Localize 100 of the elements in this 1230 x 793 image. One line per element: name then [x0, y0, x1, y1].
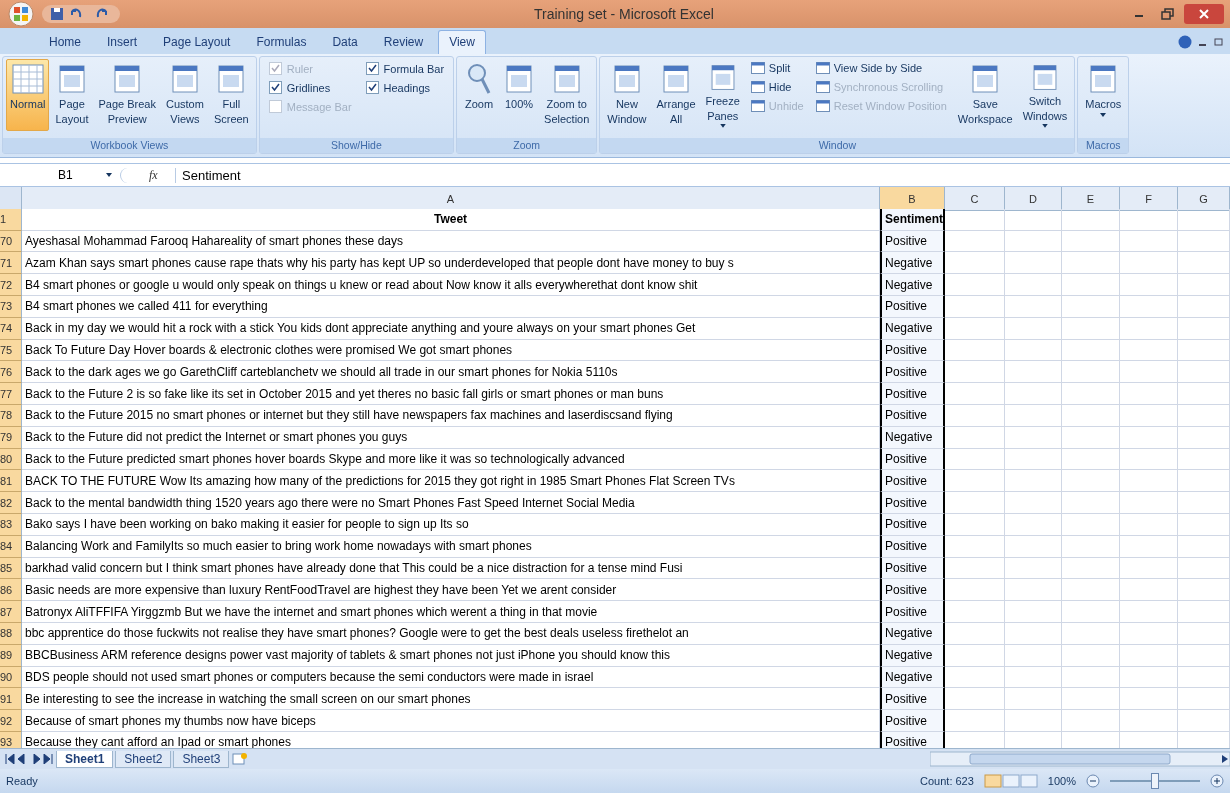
ribbon-small-button[interactable]: Split: [749, 61, 805, 75]
ribbon-tab[interactable]: Insert: [96, 30, 149, 54]
ribbon-button[interactable]: Full Screen: [209, 59, 253, 131]
row-header[interactable]: 79: [0, 426, 22, 449]
row-header[interactable]: 90: [0, 666, 22, 689]
window-icon: [815, 81, 830, 93]
table-cell: Negative: [880, 274, 945, 296]
row-header[interactable]: 91: [0, 688, 22, 711]
ribbon-button[interactable]: Zoom: [460, 59, 499, 131]
row-header[interactable]: 70: [0, 230, 22, 253]
column-header[interactable]: C: [945, 187, 1005, 211]
checkbox[interactable]: [365, 62, 379, 75]
horizontal-scrollbar[interactable]: [930, 751, 1230, 767]
row-header[interactable]: 92: [0, 710, 22, 732]
ribbon-button[interactable]: Freeze Panes: [701, 59, 744, 131]
empty-cell: [1178, 666, 1230, 689]
ribbon-button[interactable]: Custom Views: [161, 59, 208, 131]
empty-cell: [1062, 230, 1120, 253]
table-cell: Negative: [880, 426, 945, 449]
ribbon-tab[interactable]: Review: [372, 30, 435, 54]
row-header[interactable]: 1: [0, 208, 22, 231]
row-header[interactable]: 86: [0, 579, 22, 602]
row-header[interactable]: 80: [0, 448, 22, 471]
empty-cell: [1120, 710, 1178, 732]
formula-field[interactable]: Sentiment: [175, 167, 1230, 183]
row-header[interactable]: 72: [0, 274, 22, 296]
empty-cell: [1005, 383, 1062, 405]
checkbox[interactable]: [365, 81, 379, 94]
empty-cell: [1062, 535, 1120, 558]
table-cell: Bako says I have been working on bako making it easier for people to sign up Its so: [22, 513, 880, 536]
row-header[interactable]: 77: [0, 383, 22, 405]
ribbon-button[interactable]: Arrange All: [652, 59, 700, 131]
table-cell: BACK TO THE FUTURE Wow Its amazing how many of the predictions for 2015 they got right in 1985 Smart Phones Flat Screen TVs: [22, 470, 880, 493]
zoom-level[interactable]: 100%: [1047, 775, 1076, 787]
ribbon-tab[interactable]: Formulas: [245, 30, 318, 54]
ribbon-tab[interactable]: Page Layout: [152, 30, 242, 54]
checkbox[interactable]: [268, 81, 282, 94]
sheet-tab[interactable]: Sheet1: [56, 750, 114, 768]
row-header[interactable]: 78: [0, 404, 22, 427]
zoom-in-icon[interactable]: [1210, 774, 1224, 788]
row-header[interactable]: 82: [0, 492, 22, 514]
zoom-out-icon[interactable]: [1086, 774, 1100, 788]
ribbon-small-button[interactable]: Hide: [749, 80, 805, 94]
name-box[interactable]: B1: [0, 168, 120, 182]
empty-cell: [1178, 383, 1230, 405]
ribbon-tab[interactable]: Data: [321, 30, 369, 54]
column-header[interactable]: F: [1120, 187, 1178, 211]
row-header[interactable]: 75: [0, 339, 22, 362]
column-header[interactable]: E: [1062, 187, 1120, 211]
ribbon-button[interactable]: New Window: [603, 59, 651, 131]
row-header[interactable]: 88: [0, 622, 22, 645]
empty-cell: [1062, 513, 1120, 536]
restore-icon[interactable]: [1214, 37, 1224, 47]
row-header[interactable]: 74: [0, 317, 22, 340]
empty-cell: [1062, 361, 1120, 384]
ribbon-button[interactable]: Save Workspace: [953, 59, 1017, 131]
empty-cell: [1178, 448, 1230, 471]
insert-sheet-icon[interactable]: [231, 752, 250, 766]
ribbon-small-button[interactable]: View Side by Side: [814, 61, 948, 75]
row-header[interactable]: 87: [0, 601, 22, 623]
sheet-tab[interactable]: Sheet2: [115, 750, 172, 768]
empty-cell: [1062, 470, 1120, 493]
ribbon-button[interactable]: Page Break Preview: [94, 59, 160, 131]
row-header[interactable]: 83: [0, 513, 22, 536]
save-icon[interactable]: [50, 7, 64, 21]
ribbon-button[interactable]: 100%: [500, 59, 539, 131]
row-header[interactable]: 89: [0, 644, 22, 667]
table-cell: Basic needs are more expensive than luxury RentFoodTravel are highest they have been Yet we arent consider: [22, 579, 880, 602]
row-header[interactable]: 81: [0, 470, 22, 493]
empty-cell: [1062, 710, 1120, 732]
column-header[interactable]: G: [1178, 187, 1230, 211]
empty-cell: [1005, 492, 1062, 514]
column-header[interactable]: B: [880, 187, 945, 211]
ribbon-button[interactable]: Switch Windows: [1018, 59, 1072, 131]
row-header[interactable]: 84: [0, 535, 22, 558]
row-header[interactable]: 73: [0, 296, 22, 318]
row-header[interactable]: 76: [0, 361, 22, 384]
column-header[interactable]: D: [1005, 187, 1062, 211]
close-icon[interactable]: [1184, 4, 1224, 24]
office-logo[interactable]: [6, 1, 36, 27]
empty-cell: [1178, 644, 1230, 667]
column-header[interactable]: A: [22, 187, 880, 211]
row-header[interactable]: 85: [0, 557, 22, 580]
empty-cell: [1062, 557, 1120, 580]
ribbon-button[interactable]: Zoom to Selection: [540, 59, 594, 131]
ribbon-button[interactable]: Normal: [6, 59, 50, 131]
empty-cell: [1178, 230, 1230, 253]
ribbon-button[interactable]: Macros: [1081, 59, 1126, 131]
empty-cell: [1062, 492, 1120, 514]
help-icon[interactable]: [1178, 35, 1192, 49]
slider-thumb[interactable]: [1151, 773, 1159, 789]
ribbon-button[interactable]: Page Layout: [51, 59, 93, 131]
sheet-tab[interactable]: Sheet3: [173, 750, 230, 768]
ribbon-tab[interactable]: View: [438, 30, 486, 54]
empty-cell: [1178, 339, 1230, 362]
row-header[interactable]: 71: [0, 252, 22, 275]
ribbon-tab[interactable]: Home: [38, 30, 92, 54]
sheet-navigation-icon[interactable]: [4, 754, 54, 764]
fx-label[interactable]: fx: [120, 167, 175, 183]
empty-cell: [1005, 470, 1062, 493]
